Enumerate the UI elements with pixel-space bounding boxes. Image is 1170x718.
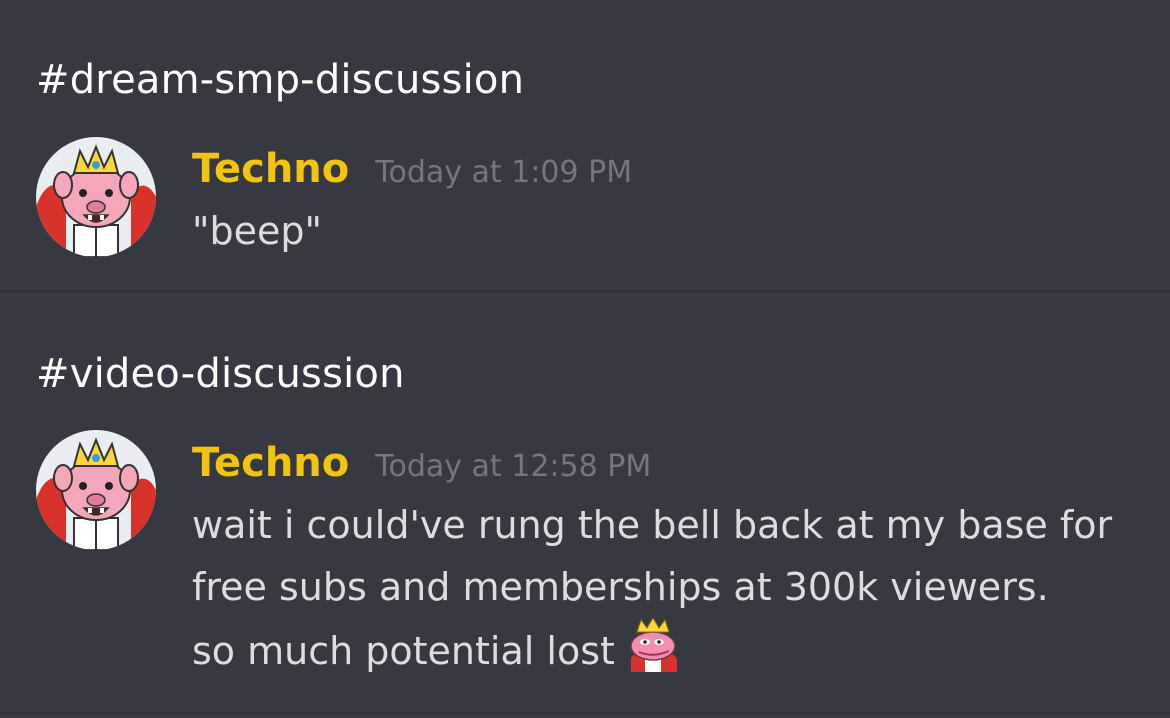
channel-name[interactable]: #dream-smp-discussion (36, 60, 524, 100)
message-header: Techno Today at 12:58 PM (192, 440, 651, 486)
timestamp: Today at 1:09 PM (375, 155, 633, 190)
message-content: "beep" (192, 200, 1152, 262)
search-result-group: #video-discussion Techno Today at 12:58 P… (0, 292, 1170, 712)
search-result-group: #dream-smp-discussion Techno Today at 1:0… (0, 0, 1170, 290)
avatar[interactable] (36, 430, 156, 550)
pig-king-pepe-emote-icon (625, 617, 681, 672)
message-line-with-emote: so much potential lost (192, 617, 1152, 682)
channel-name[interactable]: #video-discussion (36, 354, 405, 394)
message-line: "beep" (192, 209, 322, 253)
message-header: Techno Today at 1:09 PM (192, 146, 632, 192)
message-line: so much potential lost (192, 629, 615, 673)
pig-king-avatar-icon (36, 430, 156, 550)
author-name[interactable]: Techno (192, 440, 349, 486)
divider (0, 712, 1170, 714)
author-name[interactable]: Techno (192, 146, 349, 192)
avatar[interactable] (36, 137, 156, 257)
message-content: wait i could've rung the bell back at my… (192, 494, 1152, 682)
message-line: free subs and memberships at 300k viewer… (192, 565, 1049, 609)
timestamp: Today at 12:58 PM (375, 449, 652, 484)
pig-king-avatar-icon (36, 137, 156, 257)
message-line: wait i could've rung the bell back at my… (192, 503, 1113, 547)
